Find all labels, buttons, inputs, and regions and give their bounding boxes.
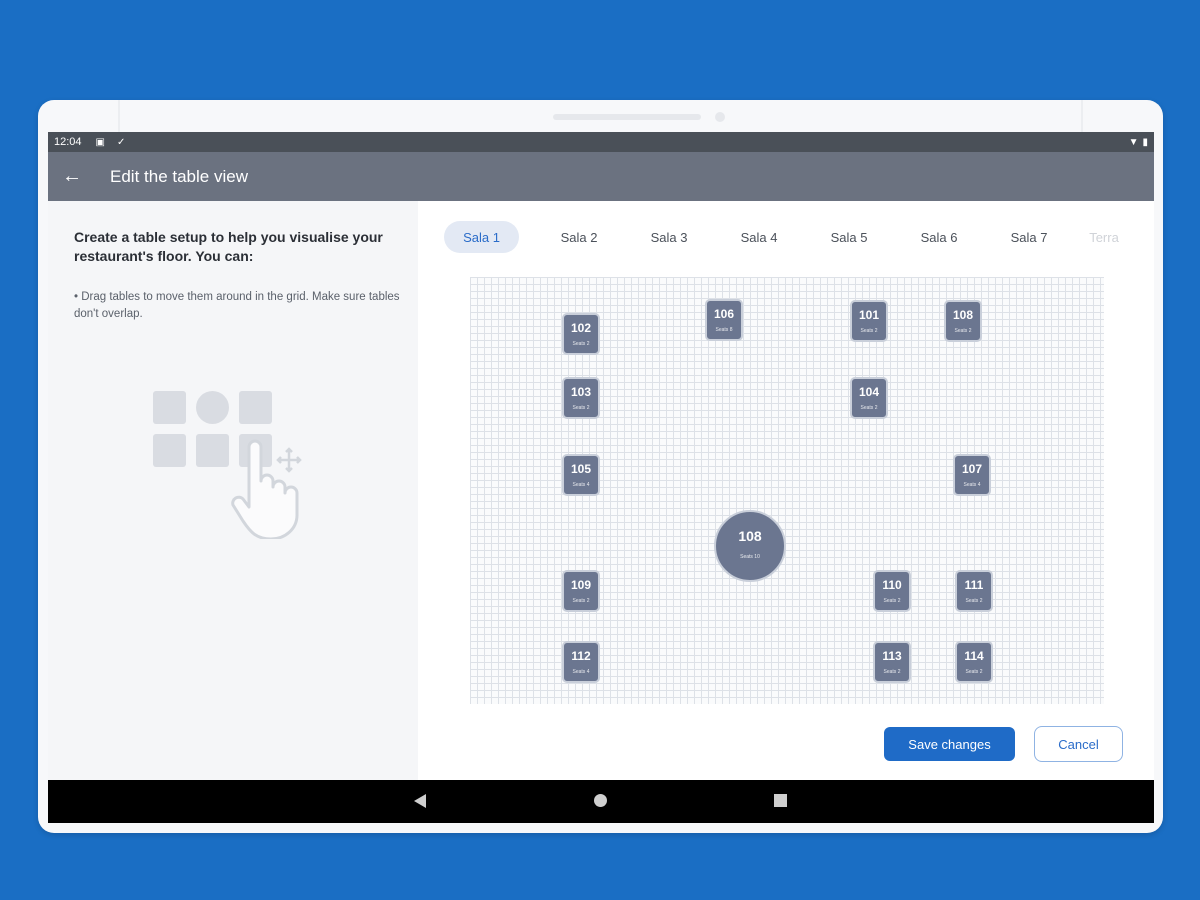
arrow-left-icon[interactable]: ← <box>48 165 96 188</box>
nav-home-icon[interactable] <box>594 794 607 807</box>
table-number: 102 <box>570 321 592 335</box>
illus-square <box>196 434 229 467</box>
system-nav-bar <box>48 780 1154 823</box>
status-bar: 12:04 ▣ ✓ ▼ ▮ <box>48 132 1154 152</box>
table-number: 114 <box>964 649 984 663</box>
battery-icon: ▮ <box>1142 136 1148 148</box>
status-time: 12:04 <box>54 136 82 148</box>
illus-circle <box>196 391 229 424</box>
table-tile[interactable]: 109 Seats 2 <box>562 570 600 612</box>
save-changes-button[interactable]: Save changes <box>884 727 1015 761</box>
check-icon: ✓ <box>116 136 126 148</box>
table-seats: Seats 2 <box>572 405 590 411</box>
table-seats: Seats 2 <box>954 328 972 334</box>
table-seats: Seats 8 <box>715 327 733 333</box>
image-icon: ▣ <box>95 136 105 148</box>
table-tile[interactable]: 114 Seats 2 <box>955 641 993 683</box>
table-tile[interactable]: 111 Seats 2 <box>955 570 993 612</box>
table-number: 103 <box>570 385 592 399</box>
tablet-edge-right <box>1081 100 1083 132</box>
table-seats: Seats 2 <box>860 328 878 334</box>
tab-sala-2[interactable]: Sala 2 <box>534 221 624 253</box>
tab-sala-1[interactable]: Sala 1 <box>444 221 519 253</box>
table-tile[interactable]: 103 Seats 2 <box>562 377 600 419</box>
table-tile[interactable]: 107 Seats 4 <box>953 454 991 496</box>
table-seats: Seats 4 <box>963 482 981 488</box>
nav-back-icon[interactable] <box>414 794 426 808</box>
table-tile[interactable]: 112 Seats 4 <box>562 641 600 683</box>
tab-terra[interactable]: Terra <box>1074 221 1134 253</box>
table-seats: Seats 2 <box>965 598 983 604</box>
tablet-camera <box>715 112 725 122</box>
editor-panel: Sala 1 Sala 2 Sala 3 Sala 4 Sala 5 Sala … <box>418 201 1154 780</box>
table-number: 113 <box>882 649 902 663</box>
table-tile[interactable]: 110 Seats 2 <box>873 570 911 612</box>
table-number: 109 <box>570 578 592 592</box>
room-tabs: Sala 1 Sala 2 Sala 3 Sala 4 Sala 5 Sala … <box>444 220 1134 254</box>
hand-pointer-icon <box>231 439 302 539</box>
tab-sala-3[interactable]: Sala 3 <box>624 221 714 253</box>
table-seats: Seats 4 <box>572 669 590 675</box>
app-bar: ← Edit the table view <box>48 152 1154 201</box>
table-number: 112 <box>571 649 591 663</box>
status-right-icons: ▼ ▮ <box>1129 137 1148 148</box>
floor-grid[interactable]: 102 Seats 2 106 Seats 8 101 Seats 2 108 … <box>470 277 1104 704</box>
table-seats: Seats 2 <box>572 341 590 347</box>
table-number: 111 <box>964 578 984 592</box>
instructions-bullet: • Drag tables to move them around in the… <box>74 291 400 320</box>
table-number: 105 <box>570 462 592 476</box>
table-number: 106 <box>713 307 735 321</box>
table-tile[interactable]: 105 Seats 4 <box>562 454 600 496</box>
wifi-icon: ▼ <box>1128 136 1139 148</box>
tablet-speaker <box>553 114 701 120</box>
table-number: 108 <box>738 528 762 544</box>
table-number: 110 <box>882 578 902 592</box>
instructions-panel: Create a table setup to help you visuali… <box>48 201 418 780</box>
table-tile[interactable]: 102 Seats 2 <box>562 313 600 355</box>
tab-sala-6[interactable]: Sala 6 <box>894 221 984 253</box>
table-seats: Seats 10 <box>740 554 760 560</box>
table-seats: Seats 4 <box>572 482 590 488</box>
tablet-edge-left <box>118 100 120 132</box>
illus-square <box>153 391 186 424</box>
cancel-button[interactable]: Cancel <box>1034 726 1123 762</box>
table-tile[interactable]: 106 Seats 8 <box>705 299 743 341</box>
table-number: 101 <box>858 308 880 322</box>
tab-sala-7[interactable]: Sala 7 <box>984 221 1074 253</box>
table-number: 107 <box>961 462 983 476</box>
table-tile[interactable]: 108 Seats 2 <box>944 300 982 342</box>
table-number: 108 <box>952 308 974 322</box>
table-tile[interactable]: 101 Seats 2 <box>850 300 888 342</box>
device-screen: 12:04 ▣ ✓ ▼ ▮ ← Edit the table view Crea… <box>48 132 1154 823</box>
tab-sala-4[interactable]: Sala 4 <box>714 221 804 253</box>
table-seats: Seats 2 <box>860 405 878 411</box>
instructions-heading: Create a table setup to help you visuali… <box>74 229 383 264</box>
table-seats: Seats 2 <box>883 669 901 675</box>
table-tile[interactable]: 113 Seats 2 <box>873 641 911 683</box>
table-seats: Seats 2 <box>883 598 901 604</box>
page-title: Edit the table view <box>110 166 248 186</box>
table-number: 104 <box>858 385 880 399</box>
nav-recents-icon[interactable] <box>774 794 787 807</box>
table-tile-round[interactable]: 108 Seats 10 <box>714 510 786 582</box>
illus-square <box>153 434 186 467</box>
drag-tables-illustration <box>153 391 313 541</box>
table-seats: Seats 2 <box>572 598 590 604</box>
table-seats: Seats 2 <box>965 669 983 675</box>
table-tile[interactable]: 104 Seats 2 <box>850 377 888 419</box>
illus-square <box>239 391 272 424</box>
tab-sala-5[interactable]: Sala 5 <box>804 221 894 253</box>
